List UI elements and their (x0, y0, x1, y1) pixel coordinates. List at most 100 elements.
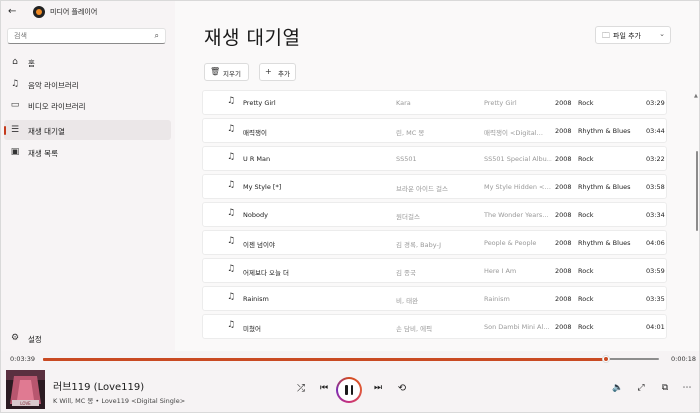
track-list: ♫ Pretty Girl Kara Pretty Girl 2008 Rock… (202, 90, 667, 351)
track-row[interactable]: ♫ My Style [*] 브라운 아이드 걸스 My Style Hidde… (202, 174, 667, 199)
plus-icon: + (265, 67, 272, 76)
add-file-label: 파일 추가 (613, 32, 641, 40)
track-row[interactable]: ♫ 이젠 넘이야 김 경록, Baby-J People & People 20… (202, 230, 667, 255)
sidebar-item-label: 홈 (28, 59, 35, 68)
track-genre: Rhythm & Blues (578, 183, 631, 191)
track-row[interactable]: ♫ Rainism 비, 태완 Rainism 2008 Rock 03:35 (202, 286, 667, 311)
track-row[interactable]: ♫ 매력쟁이 린, MC 몽 매력쟁이 <Digital… 2008 Rhyth… (202, 118, 667, 143)
back-arrow-icon[interactable]: ← (8, 6, 20, 18)
sidebar-item-home[interactable]: ⌂ 홈 (4, 52, 171, 72)
track-duration: 04:06 (646, 239, 665, 247)
track-album: Pretty Girl (484, 99, 517, 107)
track-title: 미쳤어 (243, 325, 261, 333)
pause-button-inner (338, 379, 360, 401)
repeat-icon[interactable]: ⟲ (395, 383, 409, 397)
previous-track-icon[interactable]: ⏮ (317, 383, 331, 397)
chevron-down-icon: ⌄ (659, 30, 665, 38)
track-year: 2008 (555, 295, 572, 303)
track-album: Here I Am (484, 267, 517, 275)
music-note-icon: ♫ (227, 264, 236, 274)
add-file-button[interactable]: 🗀 파일 추가 ⌄ (595, 26, 671, 44)
seek-fill (43, 357, 607, 361)
video-icon: ▭ (10, 100, 20, 110)
track-row[interactable]: ♫ 어제보다 오늘 더 김 종국 Here I Am 2008 Rock 03:… (202, 258, 667, 283)
clear-label: 지우기 (223, 70, 241, 78)
add-label: 추가 (278, 70, 290, 78)
home-icon: ⌂ (12, 57, 18, 67)
track-artist: Kara (396, 99, 411, 107)
music-note-icon: ♫ (227, 320, 236, 330)
track-year: 2008 (555, 99, 572, 107)
track-genre: Rock (578, 267, 594, 275)
track-year: 2008 (555, 155, 572, 163)
track-duration: 03:44 (646, 127, 665, 135)
track-album: Rainism (484, 295, 510, 303)
track-duration: 03:34 (646, 211, 665, 219)
now-playing-subtitle: K Will, MC 몽 • Love119 <Digital Single> (53, 397, 186, 405)
album-art[interactable]: LOVE (6, 370, 45, 409)
track-title: U R Man (243, 155, 271, 163)
track-album: Son Dambi Mini Al… (484, 323, 550, 331)
add-button[interactable]: + 추가 (259, 63, 296, 81)
track-title: 어제보다 오늘 더 (243, 269, 289, 277)
track-artist: 원더걸스 (396, 213, 420, 221)
pause-button[interactable] (336, 377, 362, 403)
next-track-icon[interactable]: ⏭ (371, 383, 385, 397)
track-row[interactable]: ♫ Pretty Girl Kara Pretty Girl 2008 Rock… (202, 90, 667, 115)
search-icon[interactable]: ⌕ (155, 31, 159, 41)
seek-bar[interactable] (43, 355, 659, 363)
scroll-up-arrow-icon[interactable]: ▲ (694, 93, 698, 99)
music-note-icon: ♫ (227, 208, 236, 218)
track-genre: Rock (578, 155, 594, 163)
track-artist: 비, 태완 (396, 297, 419, 305)
track-row[interactable]: ♫ U R Man SS501 SS501 Special Albu… 2008… (202, 146, 667, 171)
track-duration: 03:35 (646, 295, 665, 303)
more-options-icon[interactable]: ⋯ (680, 383, 694, 397)
playlist-icon: ▣ (10, 147, 20, 157)
sidebar-item-play-queue[interactable]: ☰ 재생 대기열 (4, 120, 171, 140)
elapsed-time: 0:03:39 (10, 355, 36, 363)
track-duration: 03:59 (646, 267, 665, 275)
sidebar-item-label: 음악 라이브러리 (28, 81, 79, 90)
track-genre: Rock (578, 99, 594, 107)
track-title: Rainism (243, 295, 269, 303)
clear-button[interactable]: 🗑 지우기 (204, 63, 249, 81)
track-year: 2008 (555, 127, 572, 135)
track-artist: 김 경록, Baby-J (396, 241, 442, 249)
track-artist: SS501 (396, 155, 417, 163)
remaining-time: 0:00:18 (671, 355, 697, 363)
track-duration: 04:01 (646, 323, 665, 331)
music-note-icon: ♫ (227, 180, 236, 190)
track-genre: Rhythm & Blues (578, 127, 631, 135)
track-duration: 03:58 (646, 183, 665, 191)
track-genre: Rock (578, 211, 594, 219)
track-artist: 김 종국 (396, 269, 417, 277)
track-row[interactable]: ♫ 미쳤어 손 담비, 에픽 Son Dambi Mini Al… 2008 R… (202, 314, 667, 339)
sidebar-item-video-library[interactable]: ▭ 비디오 라이브러리 (4, 95, 171, 115)
page-title: 재생 대기열 (204, 27, 301, 49)
shuffle-icon[interactable]: ⤮ (294, 383, 308, 397)
volume-icon[interactable]: 🔈 (611, 383, 625, 397)
sidebar-item-label: 비디오 라이브러리 (28, 102, 86, 111)
sidebar-item-label: 재생 대기열 (28, 127, 65, 136)
track-genre: Rock (578, 323, 594, 331)
scrollbar-thumb[interactable] (696, 151, 698, 231)
fullscreen-icon[interactable]: ⤢ (634, 383, 648, 397)
track-duration: 03:29 (646, 99, 665, 107)
search-input[interactable] (14, 31, 144, 41)
music-note-icon: ♫ (227, 292, 236, 302)
sidebar-item-music-library[interactable]: ♫ 음악 라이브러리 (4, 74, 171, 94)
mini-player-icon[interactable]: ⧉ (658, 383, 672, 397)
track-row[interactable]: ♫ Nobody 원더걸스 The Wonder Years… 2008 Roc… (202, 202, 667, 227)
sidebar-item-settings[interactable]: ⚙ 설정 (4, 328, 171, 348)
seek-thumb[interactable] (602, 355, 611, 363)
track-artist: 린, MC 몽 (396, 129, 425, 137)
track-duration: 03:22 (646, 155, 665, 163)
track-year: 2008 (555, 267, 572, 275)
music-note-icon: ♫ (227, 152, 236, 162)
track-title: 매력쟁이 (243, 129, 267, 137)
sidebar-item-playlists[interactable]: ▣ 재생 목록 (4, 142, 171, 162)
track-album: My Style Hidden <… (484, 183, 551, 191)
track-genre: Rock (578, 295, 594, 303)
track-artist: 브라운 아이드 걸스 (396, 185, 448, 193)
